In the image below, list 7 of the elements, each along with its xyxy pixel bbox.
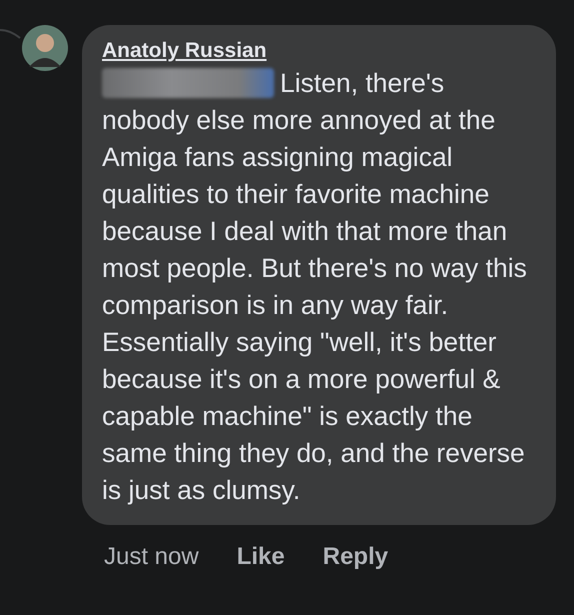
author-name[interactable]: Anatoly Russian	[102, 39, 538, 63]
timestamp: Just now	[104, 543, 199, 571]
avatar[interactable]	[22, 25, 68, 71]
action-link[interactable]: Reply	[322, 543, 388, 571]
thread-line	[0, 29, 21, 40]
comment-text: Listen, there's nobody else more annoyed at the Amiga fans assigning magical qualities to their favorite machine because I deal with that more than most people. But there's no way this comparison is in any way fair. Essentially saying "well, it's better because it's on a more powerful & capable machine" is exactly the same thing they do, and the reverse is just as clumsy.	[102, 67, 528, 507]
action-link[interactable]: Like	[236, 543, 285, 571]
